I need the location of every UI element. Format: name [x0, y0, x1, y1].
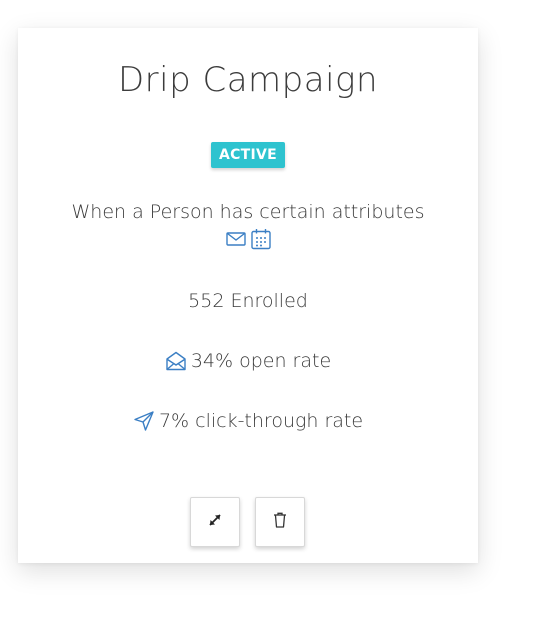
calendar-icon [250, 228, 272, 250]
campaign-title: Drip Campaign [117, 60, 378, 100]
enrolled-count: 552 Enrolled [18, 289, 478, 313]
click-rate-text: 7% click-through rate [158, 410, 364, 432]
expand-button[interactable] [190, 497, 240, 547]
trash-icon [271, 511, 289, 533]
enrolled-text: 552 Enrolled [188, 290, 308, 312]
open-envelope-icon [165, 350, 187, 372]
click-rate: 7% click-through rate [18, 409, 478, 433]
trigger-description: When a Person has certain attributes [71, 201, 425, 223]
open-rate-text: 34% open rate [190, 350, 332, 372]
paper-plane-icon [133, 410, 155, 432]
status-badge: ACTIVE [211, 142, 285, 168]
expand-icon [206, 511, 224, 533]
envelope-icon [225, 228, 247, 250]
trigger-icons [18, 228, 478, 252]
delete-button[interactable] [255, 497, 305, 547]
campaign-card: Drip Campaign ACTIVE When a Person has c… [18, 28, 478, 563]
open-rate: 34% open rate [18, 349, 478, 373]
